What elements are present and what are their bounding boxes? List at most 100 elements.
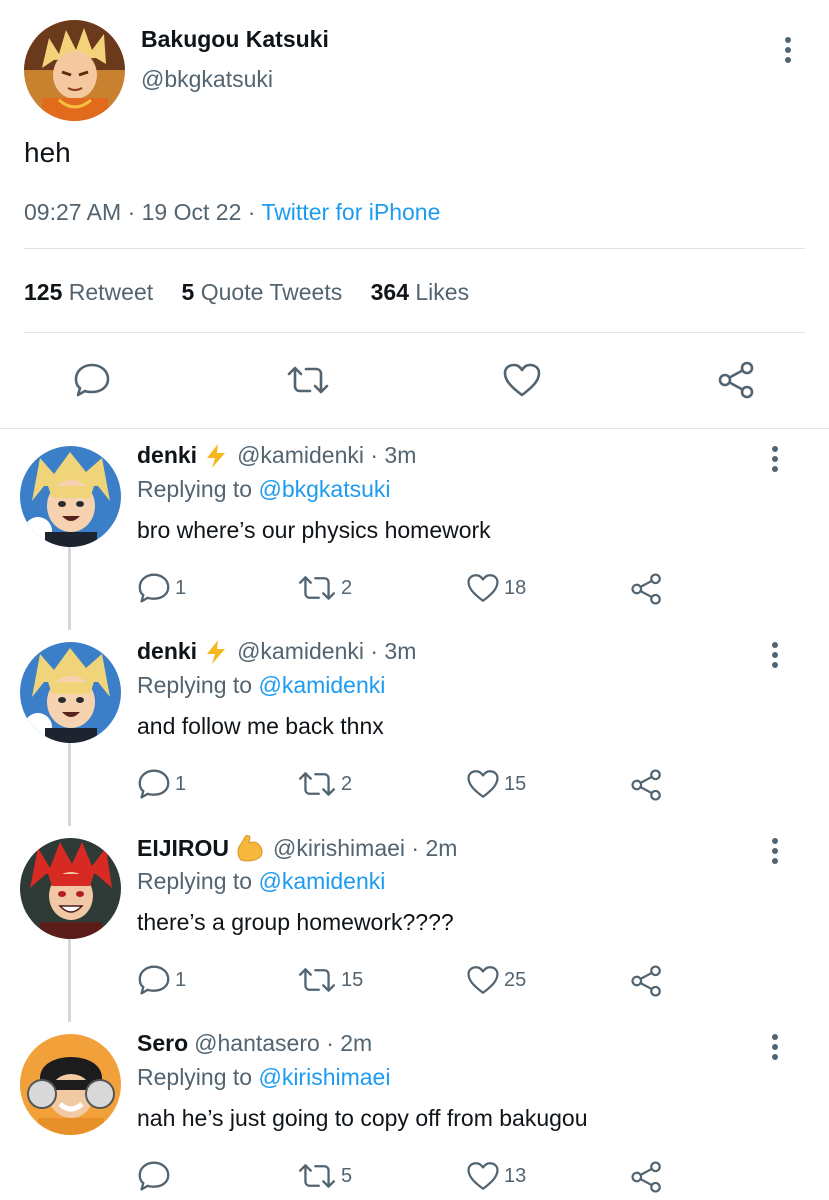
retweet-count: 15 (341, 968, 364, 991)
reply-count: 1 (175, 772, 187, 795)
like-icon (467, 770, 499, 798)
likes-count: 364 (370, 279, 409, 305)
replying-to-prefix: Replying to (137, 672, 253, 698)
like-count: 13 (504, 1164, 527, 1187)
share-button[interactable] (630, 964, 668, 998)
reply-text: and follow me back thnx (137, 713, 384, 739)
avatar[interactable] (20, 642, 121, 743)
likes-stat[interactable]: 364 Likes (371, 279, 469, 305)
avatar[interactable] (20, 446, 121, 547)
reply-button[interactable]: 1 (137, 964, 186, 996)
reply-tweet[interactable]: Sero @hantasero · 2m Replying to @kirish… (0, 1018, 829, 1200)
reply-button[interactable] (137, 1160, 175, 1192)
retweet-count: 2 (341, 772, 353, 795)
retweets-stat[interactable]: 125 Retweet (24, 279, 153, 305)
retweet-icon (298, 772, 336, 796)
reply-count: 1 (175, 968, 187, 991)
more-options-icon[interactable] (770, 446, 780, 472)
reply-count: 1 (175, 576, 187, 599)
retweet-button[interactable]: 2 (297, 768, 352, 800)
replying-to-handle[interactable]: @kamidenki (258, 672, 385, 698)
reply-time[interactable]: · 2m (411, 835, 457, 862)
tweet-source-link[interactable]: Twitter for iPhone (261, 199, 440, 225)
meta-separator: · (247, 199, 256, 225)
reply-time[interactable]: · 2m (326, 1030, 372, 1057)
reply-time[interactable]: · 3m (370, 442, 416, 469)
reply-author-handle[interactable]: @kirishimaei (273, 835, 405, 862)
lightning-emoji (203, 443, 229, 469)
retweets-count: 125 (24, 279, 63, 305)
share-button[interactable] (630, 1160, 668, 1194)
share-icon (631, 965, 661, 997)
reply-author-name[interactable]: Sero (137, 1030, 188, 1057)
tweet-date[interactable]: 19 Oct 22 (142, 199, 242, 225)
quotes-stat[interactable]: 5 Quote Tweets (182, 279, 343, 305)
like-icon (467, 966, 499, 994)
more-options-icon[interactable] (770, 642, 780, 668)
reply-author-name[interactable]: denki (137, 638, 197, 665)
replying-to-prefix: Replying to (137, 1064, 253, 1090)
like-icon (467, 574, 499, 602)
share-button[interactable] (630, 768, 668, 802)
more-options-icon[interactable] (783, 37, 793, 63)
retweet-icon[interactable] (286, 362, 330, 403)
author-handle[interactable]: @bkgkatsuki (141, 66, 273, 93)
meta-separator: · (127, 199, 136, 225)
reply-header: EIJIROU @kirishimaei · 2m (137, 834, 457, 862)
reply-tweet[interactable]: denki @kamidenki · 3m Replying to @bkgka… (0, 430, 829, 626)
replying-to: Replying to @kamidenki (137, 672, 385, 699)
retweet-button[interactable]: 15 (297, 964, 363, 996)
share-icon[interactable] (717, 360, 757, 405)
avatar[interactable] (24, 20, 125, 121)
like-button[interactable]: 15 (466, 768, 526, 800)
like-icon (467, 1162, 499, 1190)
replying-to-prefix: Replying to (137, 868, 253, 894)
like-button[interactable]: 13 (466, 1160, 526, 1192)
divider (24, 248, 805, 249)
tweet-stats: 125 Retweet 5 Quote Tweets 364 Likes (24, 279, 491, 306)
reply-button[interactable]: 1 (137, 768, 186, 800)
reply-icon (138, 965, 170, 995)
tweet-meta: 09:27 AM · 19 Oct 22 · Twitter for iPhon… (24, 199, 440, 226)
reply-author-name[interactable]: EIJIROU (137, 835, 229, 862)
reply-tweet[interactable]: denki @kamidenki · 3m Replying to @kamid… (0, 626, 829, 822)
author-name[interactable]: Bakugou Katsuki (141, 26, 329, 53)
quotes-label: Quote Tweets (200, 279, 343, 305)
reply-header: Sero @hantasero · 2m (137, 1030, 372, 1057)
avatar[interactable] (20, 838, 121, 939)
reply-icon (138, 573, 170, 603)
reply-author-handle[interactable]: @kamidenki (237, 442, 364, 469)
divider (0, 428, 829, 429)
share-icon (631, 769, 661, 801)
tweet-text: heh (24, 137, 71, 168)
reply-time[interactable]: · 3m (370, 638, 416, 665)
flexed-biceps-emoji (235, 834, 265, 862)
reply-icon[interactable] (73, 362, 111, 403)
quotes-count: 5 (181, 279, 195, 305)
replying-to-handle[interactable]: @kirishimaei (258, 1064, 390, 1090)
retweet-button[interactable]: 5 (297, 1160, 352, 1192)
reply-author-handle[interactable]: @hantasero (194, 1030, 320, 1057)
more-options-icon[interactable] (770, 1034, 780, 1060)
reply-tweet[interactable]: EIJIROU @kirishimaei · 2m Replying to @k… (0, 822, 829, 1018)
reply-button[interactable]: 1 (137, 572, 186, 604)
replying-to-handle[interactable]: @bkgkatsuki (258, 476, 390, 502)
replying-to-handle[interactable]: @kamidenki (258, 868, 385, 894)
likes-label: Likes (415, 279, 470, 305)
reply-author-name[interactable]: denki (137, 442, 197, 469)
tweet-time[interactable]: 09:27 AM (24, 199, 121, 225)
avatar[interactable] (20, 1034, 121, 1135)
replying-to: Replying to @bkgkatsuki (137, 476, 390, 503)
retweet-icon (298, 576, 336, 600)
replying-to: Replying to @kamidenki (137, 868, 385, 895)
reply-author-handle[interactable]: @kamidenki (237, 638, 364, 665)
retweet-button[interactable]: 2 (297, 572, 352, 604)
reply-header: denki @kamidenki · 3m (137, 442, 416, 469)
like-count: 15 (504, 772, 527, 795)
reply-text: bro where’s our physics homework (137, 517, 491, 543)
share-button[interactable] (630, 572, 668, 606)
like-button[interactable]: 25 (466, 964, 526, 996)
like-icon[interactable] (502, 362, 542, 403)
more-options-icon[interactable] (770, 838, 780, 864)
like-button[interactable]: 18 (466, 572, 526, 604)
